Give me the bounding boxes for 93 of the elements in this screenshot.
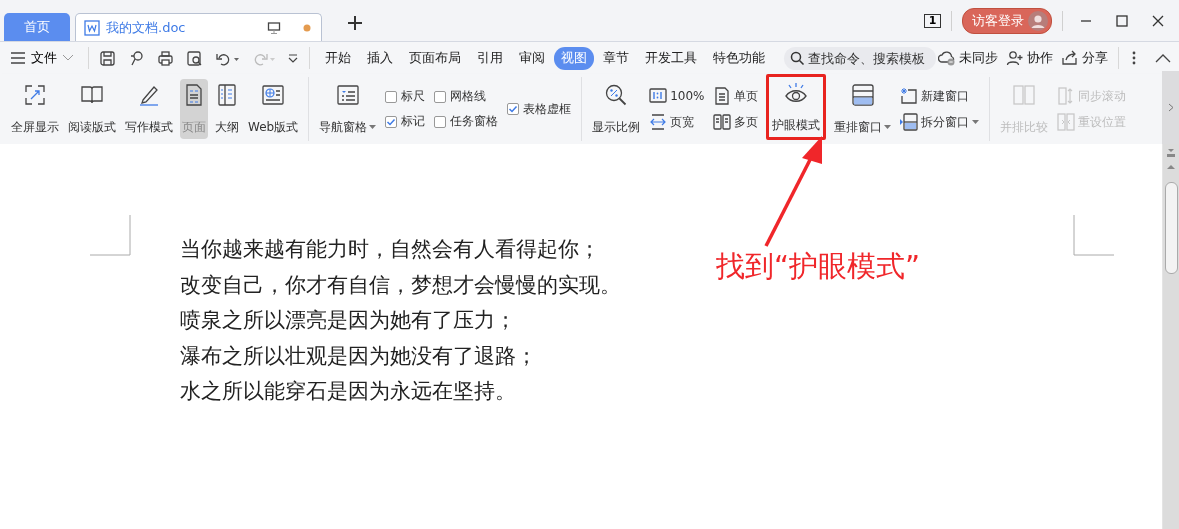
file-menu[interactable]: 文件 <box>10 49 80 67</box>
unsaved-dot-icon <box>303 23 311 32</box>
ribbon-button[interactable]: 多页 <box>711 112 761 132</box>
checkmark-icon <box>508 104 519 114</box>
menu-tab[interactable]: 引用 <box>470 46 510 70</box>
corner-mark-icon <box>90 215 131 256</box>
ribbon-button[interactable]: 拆分窗口 <box>898 112 982 132</box>
checkmark-icon <box>386 116 397 127</box>
checkbox-option[interactable]: 网格线 <box>432 87 501 106</box>
multi-page-icon <box>713 113 732 131</box>
split-handle-icon <box>1166 148 1176 158</box>
close-icon <box>1152 14 1164 27</box>
menu-tab[interactable]: 章节 <box>596 46 636 70</box>
caret-icon <box>369 125 377 130</box>
maximize-icon <box>1116 14 1128 27</box>
new-window-icon <box>900 87 919 105</box>
chevron-down-icon <box>62 54 74 62</box>
document-tab[interactable]: 我的文档.doc <box>75 13 322 41</box>
search-icon <box>790 50 805 66</box>
page-width-icon <box>649 113 668 131</box>
menu-tab[interactable]: 插入 <box>360 46 400 70</box>
checkbox[interactable] <box>434 90 447 103</box>
chevron-up-icon <box>1155 53 1171 63</box>
checkbox-option[interactable]: 任务窗格 <box>432 112 501 131</box>
checkbox-option[interactable]: 标尺 <box>383 87 428 106</box>
ribbon-button[interactable]: 重排窗口 <box>832 79 894 139</box>
ribbon-button[interactable]: Web版式 <box>246 79 301 139</box>
ribbon-button[interactable]: 单页 <box>711 86 761 106</box>
ribbon-button[interactable]: 新建窗口 <box>898 86 982 106</box>
document-line: 喷泉之所以漂亮是因为她有了压力； <box>180 307 516 334</box>
annotation-text: 找到“护眼模式” <box>716 248 921 284</box>
document-line: 水之所以能穿石是因为永远在坚持。 <box>180 378 516 405</box>
reset-position-icon <box>1057 113 1076 131</box>
eye-icon <box>784 81 809 105</box>
web-page-icon <box>261 83 286 107</box>
ribbon-button[interactable]: 页宽 <box>647 112 707 132</box>
checkbox[interactable] <box>434 115 447 128</box>
login-button[interactable]: 访客登录 <box>962 7 1052 34</box>
ribbon-button[interactable]: 阅读版式 <box>66 79 118 139</box>
stacked-windows-icon <box>851 83 875 107</box>
checkbox-option[interactable]: 表格虚框 <box>505 99 574 119</box>
word-file-icon <box>84 19 100 36</box>
dropdown-icon <box>287 52 299 64</box>
document-line: 瀑布之所以壮观是因为她没有了退路； <box>180 342 537 370</box>
scrollbar-thumb[interactable] <box>1164 182 1178 274</box>
ribbon-button[interactable]: 大纲 <box>213 79 241 139</box>
document-line: 改变自己，你才有自信，梦想才会慢慢的实现。 <box>180 271 621 299</box>
save-icon <box>99 49 116 67</box>
cloud-icon <box>938 49 956 67</box>
menu-tab[interactable]: 审阅 <box>512 46 552 70</box>
caret-icon <box>884 125 892 130</box>
more-icon <box>1131 50 1137 66</box>
share-icon <box>1061 49 1079 67</box>
menu-tab[interactable]: 开始 <box>318 46 358 70</box>
search-field[interactable]: 查找命令、搜索模板 <box>784 46 936 70</box>
ribbon-button[interactable]: 全屏显示 <box>9 79 61 139</box>
share-button[interactable]: 分享 <box>1061 49 1108 67</box>
ribbon-button[interactable]: 显示比例 <box>590 79 643 139</box>
avatar-icon <box>1028 10 1048 31</box>
document-line: 当你越来越有能力时，自然会有人看得起你； <box>180 236 600 263</box>
person-plus-icon <box>1006 49 1024 67</box>
monitor-icon <box>267 20 281 35</box>
checkbox-option[interactable]: 标记 <box>383 112 428 131</box>
menu-tab[interactable]: 特色功能 <box>706 46 772 70</box>
checkbox[interactable] <box>385 115 398 128</box>
chevron-right-icon <box>1167 103 1174 112</box>
menu-icon <box>10 51 26 65</box>
preview-icon <box>186 49 203 67</box>
split-window-icon <box>900 113 919 131</box>
caret-icon <box>972 119 980 125</box>
magnifier-percent-icon <box>604 83 629 107</box>
ribbon-button[interactable]: 写作模式 <box>123 79 175 139</box>
menu-tab[interactable]: 页面布局 <box>402 46 468 70</box>
sync-button[interactable]: 未同步 <box>938 49 998 67</box>
menu-tab[interactable]: 开发工具 <box>638 46 704 70</box>
single-page-icon <box>713 87 732 105</box>
list-icon <box>335 83 360 107</box>
fullscreen-icon <box>23 83 47 107</box>
checkbox[interactable] <box>507 103 520 115</box>
ribbon-button[interactable]: 导航窗格 <box>317 79 379 139</box>
scroll-up-button[interactable] <box>1166 164 1176 170</box>
split-handle[interactable] <box>1166 148 1176 158</box>
corner-mark-icon <box>1073 215 1114 256</box>
window-count[interactable]: 1 <box>924 13 941 28</box>
triangle-up-icon <box>1166 164 1176 170</box>
outline-icon <box>215 83 239 107</box>
checkbox[interactable] <box>385 90 398 103</box>
collaborate-button[interactable]: 协作 <box>1006 49 1053 67</box>
side-by-side-icon <box>1012 83 1037 107</box>
printer-icon <box>157 49 174 67</box>
one-to-one-icon <box>649 87 668 105</box>
ribbon-button[interactable]: 护眼模式 <box>770 77 823 137</box>
ribbon-button[interactable]: 100% <box>647 86 707 106</box>
